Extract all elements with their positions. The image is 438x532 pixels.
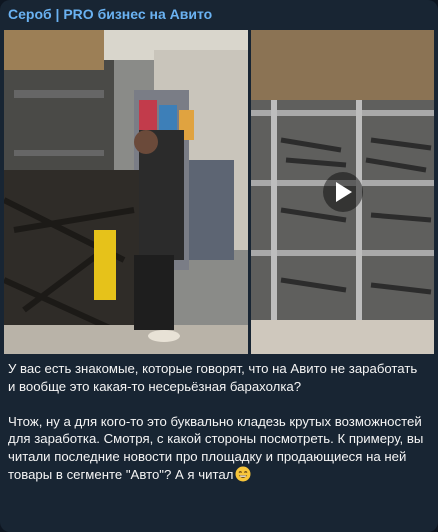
warehouse-photo	[4, 30, 248, 354]
photo-thumbnail[interactable]	[4, 30, 248, 354]
video-thumbnail[interactable]	[251, 30, 434, 354]
paragraph-main-text: Чтож, ну а для кого-то это буквально кла…	[8, 413, 424, 482]
message-bubble: Сероб | PRO бизнес на Авито У вас есть з…	[0, 0, 438, 532]
play-button[interactable]	[322, 172, 363, 212]
paragraph-main: Чтож, ну а для кого-то это буквально кла…	[8, 413, 428, 483]
paragraph-intro: У вас есть знакомые, которые говорят, чт…	[8, 361, 418, 394]
grinning-face-emoji	[235, 466, 251, 482]
play-icon	[335, 182, 352, 202]
message-text: У вас есть знакомые, которые говорят, чт…	[8, 360, 428, 501]
channel-name[interactable]: Сероб | PRO бизнес на Авито	[8, 6, 212, 22]
